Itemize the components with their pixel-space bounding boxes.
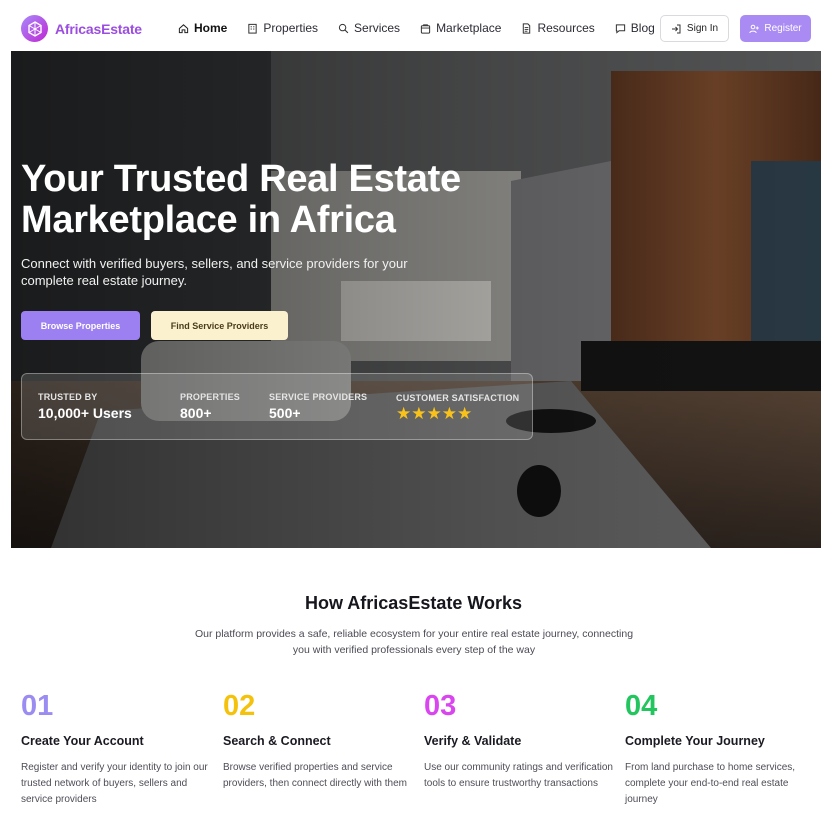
step-description: Use our community ratings and verificati… [424,762,613,789]
stat-label: Service Providers [269,392,368,402]
home-icon [178,23,189,33]
brand-name: AfricasEstate [55,20,142,37]
nav-marketplace[interactable]: Marketplace [420,21,501,35]
step-number: 03 [424,690,457,722]
star-icon: ★ [441,404,457,423]
hero-title-line-1: Your Trusted Real Estate [21,158,461,200]
browse-properties-button[interactable]: Browse Properties [21,311,140,340]
hero-text-block: Your Trusted Real Estate Marketplace in … [21,159,541,289]
nav-services-label: Services [354,21,401,35]
sign-in-button[interactable]: Sign In [660,15,729,42]
register-button[interactable]: Register [740,15,811,42]
hero-subtitle: Connect with verified buyers, sellers, a… [21,256,408,288]
hero-title-line-2: Marketplace in Africa [21,199,396,241]
building-icon [248,23,258,34]
stat-trusted-by: Trusted by 10,000+ Users [38,392,132,421]
document-icon [523,22,531,34]
stat-label: Customer Satisfaction [396,393,520,403]
step-card-1: 01 Create Your Account Register and veri… [21,690,211,808]
nav-home-label: Home [194,21,228,35]
user-plus-icon [749,24,760,33]
stat-value: 800+ [180,405,212,421]
nav-services[interactable]: Services [338,21,400,35]
login-arrow-icon [671,24,681,33]
stat-customer-satisfaction: Customer Satisfaction ★★★★★ [396,393,519,423]
step-title: Complete Your Journey [625,734,765,748]
main-nav: Home Properties Services Marketplace Res… [178,21,655,35]
stat-value: 500+ [269,405,301,421]
hero-title: Your Trusted Real Estate Marketplace in … [21,159,541,241]
step-title: Create Your Account [21,734,144,748]
nav-resources[interactable]: Resources [521,21,595,35]
nav-marketplace-label: Marketplace [436,21,502,35]
how-it-works-title: How AfricasEstate Works [304,593,523,613]
step-description: Browse verified properties and service p… [223,762,407,789]
how-it-works-subtitle: Our platform provides a safe, reliable e… [194,628,634,656]
star-icon: ★ [396,404,412,423]
register-label: Register [764,23,802,34]
nav-properties-label: Properties [263,21,319,35]
step-description: Register and verify your identity to joi… [21,762,208,805]
step-title: Verify & Validate [424,734,522,748]
nav-blog[interactable]: Blog [615,21,655,35]
stat-value: 10,000+ Users [38,405,132,421]
star-icon: ★ [457,404,473,423]
step-card-4: 04 Complete Your Journey From land purch… [625,690,815,808]
step-card-2: 02 Search & Connect Browse verified prop… [223,690,413,792]
stat-properties: Properties 800+ [180,392,240,421]
star-icon: ★ [411,404,427,423]
step-number: 04 [625,690,658,722]
search-icon [338,23,349,33]
site-header: AfricasEstate Home Properties Services M… [0,0,827,56]
stat-service-providers: Service Providers 500+ [269,392,367,421]
hero-actions: Browse Properties Find Service Providers [21,311,288,340]
rating-stars: ★★★★★ [396,405,519,423]
nav-properties[interactable]: Properties [247,21,318,35]
hero-section: Your Trusted Real Estate Marketplace in … [11,51,821,548]
step-description: From land purchase to home services, com… [625,762,796,805]
nav-blog-label: Blog [630,21,655,35]
logo-hexagon-icon [21,15,48,42]
nav-home[interactable]: Home [178,21,227,35]
step-card-3: 03 Verify & Validate Use our community r… [424,690,614,792]
sign-in-label: Sign In [686,23,719,34]
hero-interior-image [11,51,821,548]
star-icon: ★ [426,404,442,423]
step-title: Search & Connect [223,734,331,748]
store-icon [420,23,431,34]
stat-label: Trusted by [38,392,98,402]
find-service-providers-button[interactable]: Find Service Providers [151,311,288,340]
nav-resources-label: Resources [537,21,595,35]
stat-label: Properties [180,392,241,402]
hero-stats-panel: Trusted by 10,000+ Users Properties 800+… [21,373,533,440]
brand-logo[interactable]: AfricasEstate [21,15,142,42]
step-number: 02 [223,690,256,722]
step-number: 01 [21,690,54,722]
chat-icon [615,23,625,34]
